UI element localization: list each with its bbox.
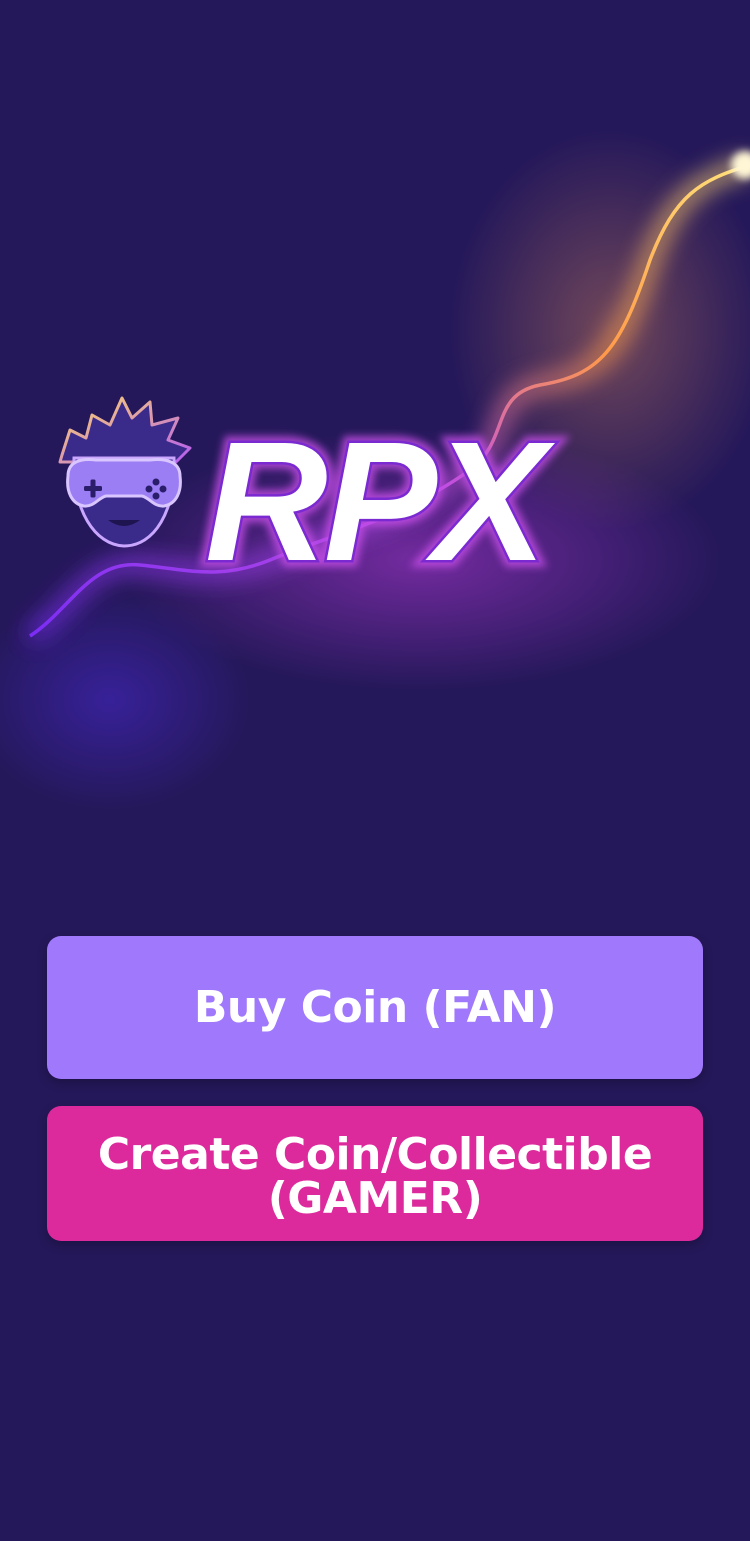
create-coin-gamer-button[interactable]: Create Coin/Collectible (GAMER) [47, 1106, 703, 1241]
rpx-wordmark: RPX RPX [198, 400, 566, 604]
buy-coin-fan-label: Buy Coin (FAN) [193, 981, 557, 1033]
hero-art: RPX RPX [0, 130, 750, 810]
app-screen: RPX RPX Buy Coin (FAN) Create Coin/Colle… [0, 0, 750, 1541]
create-coin-label-line1: Create Coin/Collectible [97, 1128, 653, 1180]
buy-coin-fan-button[interactable]: Buy Coin (FAN) [47, 936, 703, 1079]
create-coin-label-line2: (GAMER) [267, 1172, 483, 1224]
wordmark-text: RPX [205, 407, 555, 597]
